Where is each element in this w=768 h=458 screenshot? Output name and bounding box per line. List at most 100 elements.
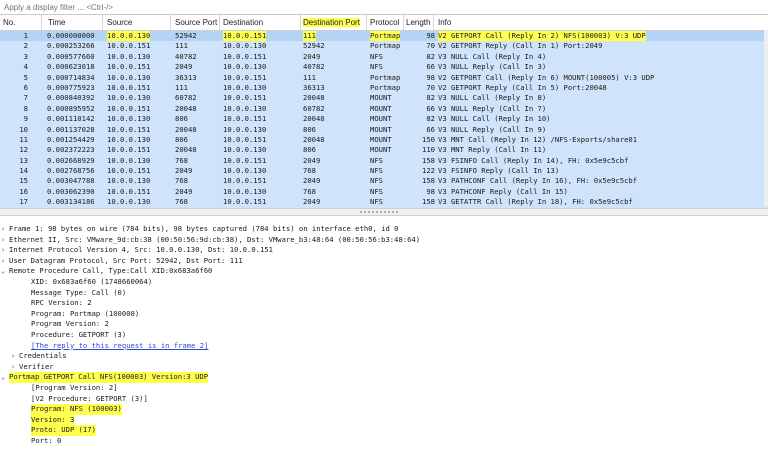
packet-no: 16 [19, 186, 28, 196]
expand-arrow-icon[interactable]: › [1, 224, 5, 235]
packet-time: 0.003134186 [47, 197, 95, 207]
packet-no: 3 [23, 51, 28, 61]
detail-line[interactable]: ⌄ Remote Procedure Call, Type:Call XID:0x… [0, 266, 768, 277]
packet-source-port: 20048 [175, 124, 197, 134]
packet-row[interactable]: 14 0.002768756 10.0.0.151 2049 10.0.0.130 768… [0, 166, 768, 176]
detail-line[interactable]: Program: Portmap (100000) [0, 309, 768, 320]
detail-line[interactable]: › User Datagram Protocol, Src Port: 52942… [0, 256, 768, 267]
packet-protocol: NFS [370, 197, 383, 207]
col-info[interactable]: Info [438, 18, 451, 27]
packet-no: 12 [19, 145, 28, 155]
packet-row[interactable]: 12 0.002372223 10.0.0.151 20048 10.0.0.130 80… [0, 145, 768, 155]
detail-line[interactable]: Message Type: Call (0) [0, 288, 768, 299]
packet-destination: 10.0.0.151 [223, 114, 267, 124]
packet-source-port: 768 [175, 176, 188, 186]
detail-line[interactable]: ⌄ Portmap GETPORT Call NFS(100003) Versio… [0, 372, 768, 383]
packet-source: 10.0.0.151 [107, 145, 151, 155]
col-source-port[interactable]: Source Port [175, 18, 217, 27]
packet-source: 10.0.0.151 [107, 41, 151, 51]
display-filter-input[interactable] [0, 2, 748, 12]
packet-row[interactable]: 7 0.000840392 10.0.0.130 60782 10.0.0.151 200… [0, 93, 768, 103]
packet-source-port: 111 [175, 41, 188, 51]
packet-row[interactable]: 3 0.000577660 10.0.0.130 40782 10.0.0.151 204… [0, 52, 768, 62]
packet-no: 15 [19, 176, 28, 186]
packet-destination-port: 2049 [303, 51, 321, 61]
detail-line[interactable]: › Verifier [0, 362, 768, 373]
packet-source: 10.0.0.151 [107, 82, 151, 92]
detail-line[interactable]: [The reply to this request is in frame 2… [0, 341, 768, 352]
detail-line[interactable]: Version: 3 [0, 414, 768, 426]
detail-line[interactable]: Port: 0 [0, 436, 768, 447]
packet-row[interactable]: 11 0.001254429 10.0.0.130 806 10.0.0.151 2004… [0, 135, 768, 145]
packet-source-port: 2049 [175, 166, 193, 176]
packet-length: 66 [426, 124, 435, 134]
packet-source-port: 20048 [175, 103, 197, 113]
detail-line[interactable]: [Program Version: 2] [0, 383, 768, 394]
packet-protocol: Portmap [370, 31, 401, 42]
packet-row[interactable]: 2 0.000253266 10.0.0.151 111 10.0.0.130 52942… [0, 41, 768, 51]
packet-length: 98 [426, 186, 435, 196]
packet-source-port: 52942 [175, 31, 197, 40]
packet-destination: 10.0.0.130 [223, 124, 267, 134]
detail-text: Port: 0 [31, 435, 62, 445]
detail-line[interactable]: Procedure: GETPORT (3) [0, 330, 768, 341]
packet-source-port: 36313 [175, 72, 197, 82]
expand-arrow-icon[interactable]: › [1, 235, 5, 246]
expand-arrow-icon[interactable]: › [11, 351, 15, 362]
packet-source-port: 40782 [175, 51, 197, 61]
detail-line[interactable]: › Credentials [0, 351, 768, 362]
packet-row[interactable]: 6 0.000775923 10.0.0.151 111 10.0.0.130 36313… [0, 83, 768, 93]
packet-source-port: 806 [175, 114, 188, 124]
expand-arrow-icon[interactable]: › [11, 362, 15, 373]
col-destination-port[interactable]: Destination Port [303, 18, 360, 27]
col-no[interactable]: No. [3, 18, 15, 27]
detail-line[interactable]: › Ethernet II, Src: VMware_9d:cb:38 (00:5… [0, 235, 768, 246]
packet-destination: 10.0.0.130 [223, 166, 267, 176]
packet-time: 0.002668929 [47, 155, 95, 165]
packet-row[interactable]: 13 0.002668929 10.0.0.130 768 10.0.0.151 2049… [0, 156, 768, 166]
packet-length: 150 [422, 134, 435, 144]
col-time[interactable]: Time [48, 18, 65, 27]
packet-time: 0.000775923 [47, 82, 95, 92]
packet-row[interactable]: 16 0.003062390 10.0.0.151 2049 10.0.0.130 768… [0, 187, 768, 197]
detail-line[interactable]: Program: NFS (100003) [0, 404, 768, 415]
detail-text: Frame 1: 98 bytes on wire (784 bits), 98… [9, 224, 399, 233]
packet-list[interactable]: 1 0.000000000 10.0.0.130 52942 10.0.0.151 111… [0, 31, 768, 208]
detail-line[interactable]: Program Version: 2 [0, 319, 768, 330]
packet-row[interactable]: 17 0.003134186 10.0.0.130 768 10.0.0.151 2049… [0, 197, 768, 207]
detail-line[interactable]: Proto: UDP (17) [0, 425, 768, 436]
packet-row[interactable]: 8 0.000895952 10.0.0.151 20048 10.0.0.130 607… [0, 104, 768, 114]
col-destination[interactable]: Destination [223, 18, 263, 27]
detail-line[interactable]: [V2 Procedure: GETPORT (3)] [0, 394, 768, 405]
packet-info: V3 NULL Reply (Call In 3) [438, 62, 547, 72]
packet-row[interactable]: 1 0.000000000 10.0.0.130 52942 10.0.0.151 111… [0, 31, 768, 42]
col-source[interactable]: Source [107, 18, 132, 27]
collapse-arrow-icon[interactable]: ⌄ [1, 372, 5, 383]
packet-protocol: NFS [370, 176, 383, 186]
packet-row[interactable]: 4 0.000623018 10.0.0.151 2049 10.0.0.130 4078… [0, 62, 768, 72]
packet-info: V3 GETATTR Call (Reply In 18), FH: 0x5e9… [438, 197, 633, 207]
packet-no: 4 [23, 62, 28, 72]
detail-line[interactable]: › Frame 1: 98 bytes on wire (784 bits), 9… [0, 224, 768, 235]
detail-line[interactable]: RPC Version: 2 [0, 298, 768, 309]
packet-destination: 10.0.0.151 [223, 176, 267, 186]
col-length[interactable]: Length [406, 18, 430, 27]
packet-row[interactable]: 5 0.000714834 10.0.0.130 36313 10.0.0.151 111… [0, 73, 768, 83]
packet-destination: 10.0.0.130 [223, 103, 267, 113]
packet-row[interactable]: 15 0.003047788 10.0.0.130 768 10.0.0.151 2049… [0, 176, 768, 186]
expand-arrow-icon[interactable]: › [1, 245, 5, 256]
detail-line[interactable]: XID: 0x683a6f60 (1748660064) [0, 277, 768, 288]
packet-list-scrollbar[interactable] [764, 30, 768, 207]
packet-time: 0.001137028 [47, 124, 95, 134]
expand-arrow-icon[interactable]: › [1, 256, 5, 267]
pane-splitter[interactable] [0, 208, 768, 216]
collapse-arrow-icon[interactable]: ⌄ [1, 266, 5, 277]
detail-text: Ethernet II, Src: VMware_9d:cb:38 (00:50… [9, 234, 421, 244]
packet-row[interactable]: 10 0.001137028 10.0.0.151 20048 10.0.0.130 80… [0, 125, 768, 135]
packet-source: 10.0.0.151 [107, 186, 151, 196]
packet-info: V3 NULL Call (Reply In 4) [438, 51, 547, 61]
col-protocol[interactable]: Protocol [370, 18, 399, 27]
packet-source: 10.0.0.151 [107, 62, 151, 72]
detail-line[interactable]: › Internet Protocol Version 4, Src: 10.0.… [0, 245, 768, 256]
packet-row[interactable]: 9 0.001110142 10.0.0.130 806 10.0.0.151 20048… [0, 114, 768, 124]
